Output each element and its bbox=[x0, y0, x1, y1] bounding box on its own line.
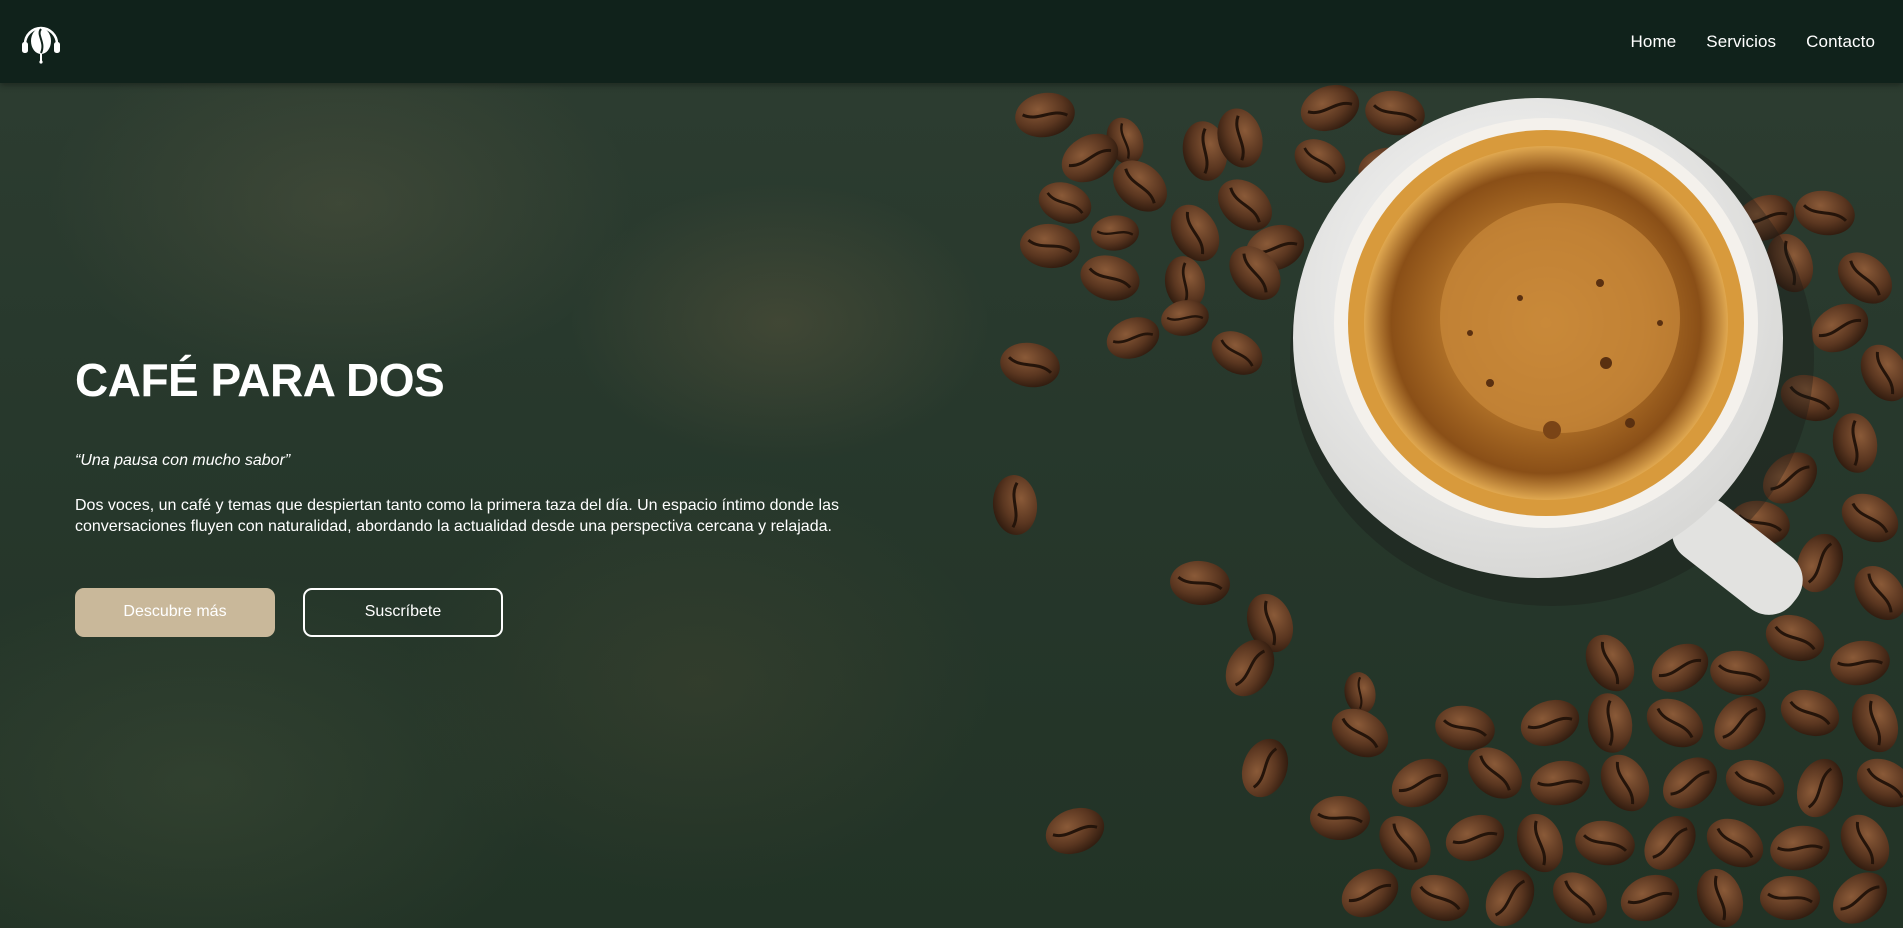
hero-title: CAFÉ PARA DOS bbox=[75, 354, 445, 406]
hero-description: Dos voces, un café y temas que despierta… bbox=[75, 497, 839, 536]
nav-home-link[interactable]: Home bbox=[1631, 32, 1677, 52]
nav-servicios-link[interactable]: Servicios bbox=[1706, 32, 1776, 52]
discover-more-button[interactable]: Descubre más bbox=[75, 587, 275, 637]
hero-buttons: Descubre más Suscríbete bbox=[75, 587, 895, 637]
headphones-coffee-bean-logo-icon[interactable] bbox=[20, 20, 62, 64]
navbar: Home Servicios Contacto bbox=[0, 0, 1903, 83]
main-nav: Home Servicios Contacto bbox=[1631, 32, 1875, 52]
hero-content: CAFÉ PARA DOS “Una pausa con mucho sabor… bbox=[75, 355, 895, 637]
hero-section: CAFÉ PARA DOS “Una pausa con mucho sabor… bbox=[0, 83, 1903, 928]
hero-tagline: “Una pausa con mucho sabor” bbox=[75, 451, 291, 469]
subscribe-button[interactable]: Suscríbete bbox=[303, 587, 503, 637]
nav-contacto-link[interactable]: Contacto bbox=[1806, 32, 1875, 52]
